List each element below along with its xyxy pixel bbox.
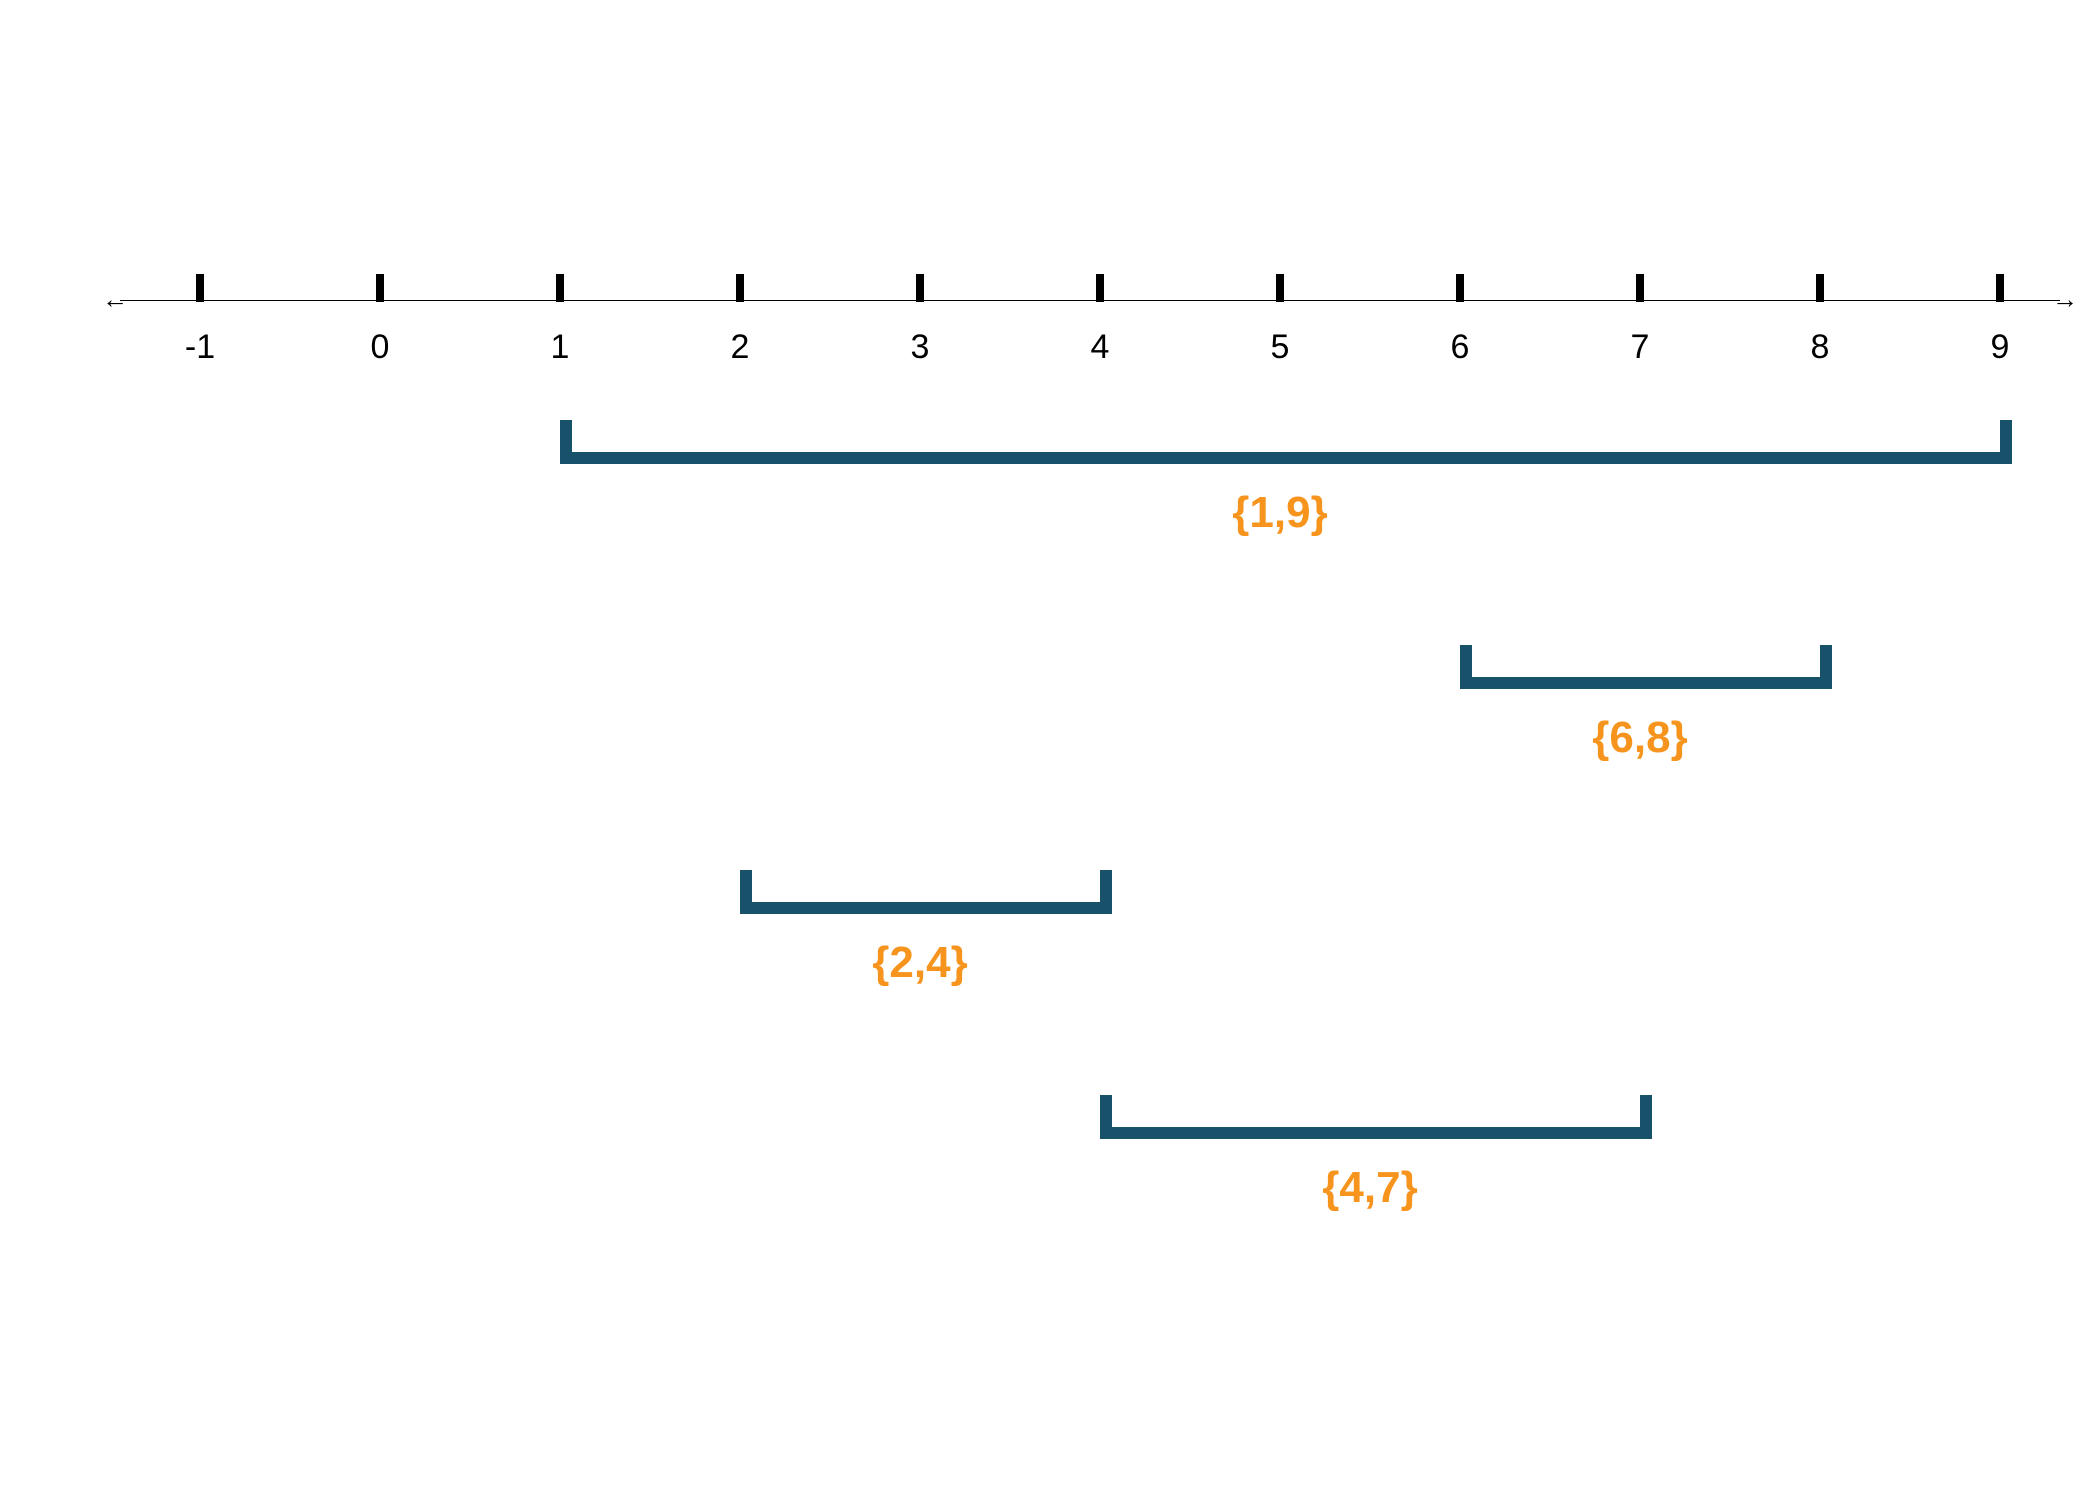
tick-label: 1	[551, 328, 570, 367]
interval-bracket-end	[2000, 420, 2012, 464]
tick-mark	[1996, 274, 2004, 302]
interval-label: {1,9}	[1232, 488, 1327, 538]
interval-bracket-end	[1640, 1095, 1652, 1139]
interval-bracket-end	[740, 870, 752, 914]
interval-label: {4,7}	[1322, 1163, 1417, 1213]
tick-mark	[1276, 274, 1284, 302]
tick-mark	[1456, 274, 1464, 302]
interval-bracket-end	[1820, 645, 1832, 689]
tick-mark	[556, 274, 564, 302]
tick-label: 2	[731, 328, 750, 367]
tick-label: 4	[1091, 328, 1110, 367]
numberline-axis	[120, 300, 2060, 301]
interval-bracket	[560, 452, 2012, 464]
interval-bracket-end	[1460, 645, 1472, 689]
interval-label: {6,8}	[1592, 713, 1687, 763]
tick-label: 7	[1631, 328, 1650, 367]
tick-mark	[1096, 274, 1104, 302]
tick-label: 0	[371, 328, 390, 367]
tick-mark	[916, 274, 924, 302]
tick-mark	[736, 274, 744, 302]
tick-label: 9	[1991, 328, 2010, 367]
tick-label: 6	[1451, 328, 1470, 367]
tick-mark	[1636, 274, 1644, 302]
tick-label: -1	[185, 328, 215, 367]
tick-label: 3	[911, 328, 930, 367]
tick-label: 8	[1811, 328, 1830, 367]
interval-bracket-end	[560, 420, 572, 464]
interval-label: {2,4}	[872, 938, 967, 988]
interval-bracket-end	[1100, 870, 1112, 914]
tick-mark	[1816, 274, 1824, 302]
interval-bracket	[740, 902, 1112, 914]
tick-mark	[196, 274, 204, 302]
interval-bracket	[1100, 1127, 1652, 1139]
diagram-canvas: ← → -10123456789 {1,9}{6,8}{2,4}{4,7}	[0, 0, 2100, 1500]
tick-mark	[376, 274, 384, 302]
interval-bracket-end	[1100, 1095, 1112, 1139]
tick-label: 5	[1271, 328, 1290, 367]
interval-bracket	[1460, 677, 1832, 689]
